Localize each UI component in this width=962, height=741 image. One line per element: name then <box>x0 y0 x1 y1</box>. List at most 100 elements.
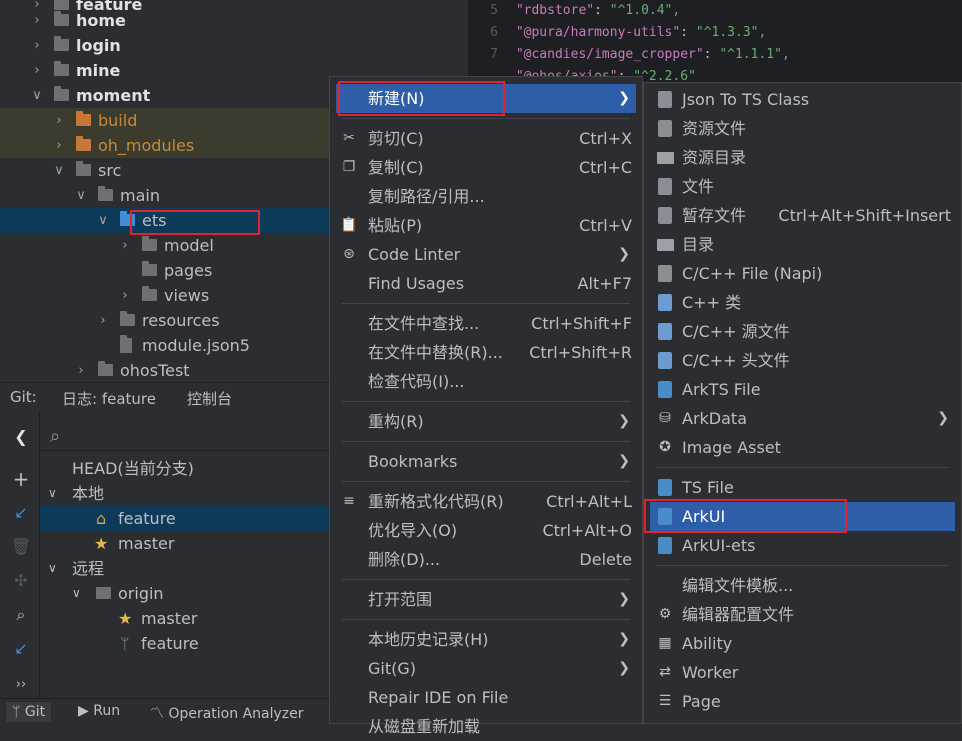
menu-item[interactable]: 检查代码(I)... <box>336 367 636 396</box>
chevron-icon[interactable]: › <box>30 33 44 58</box>
remote-group[interactable]: 远程 <box>72 556 104 581</box>
tree-item[interactable]: › oh_modules <box>0 133 330 158</box>
submenu-item[interactable]: 文件 <box>650 172 955 201</box>
menu-item[interactable]: Repair IDE on File <box>336 683 636 712</box>
menu-item[interactable]: ❐ 复制(C) Ctrl+C <box>336 153 636 182</box>
menu-item[interactable]: 在文件中查找... Ctrl+Shift+F <box>336 309 636 338</box>
tab-console[interactable]: 控制台 <box>187 388 232 409</box>
chevron-icon[interactable]: › <box>52 133 66 158</box>
menu-item[interactable]: 本地历史记录(H) ❯ <box>336 625 636 654</box>
submenu-item[interactable]: C++ 类 <box>650 288 955 317</box>
chevron-icon[interactable]: › <box>118 233 132 258</box>
local-group[interactable]: 本地 <box>72 481 104 506</box>
tree-item[interactable]: › resources <box>0 308 330 333</box>
submenu-item[interactable]: TS File <box>650 473 955 502</box>
tree-item[interactable]: › ohosTest <box>0 358 330 382</box>
menu-item[interactable]: 在文件中替换(R)... Ctrl+Shift+R <box>336 338 636 367</box>
menu-item-label: 编辑器配置文件 <box>682 605 795 624</box>
menu-item[interactable]: Bookmarks ❯ <box>336 447 636 476</box>
tree-item[interactable]: pages <box>0 258 330 283</box>
chevron-icon[interactable]: ∨ <box>74 183 88 208</box>
code-line: 6 "@pura/harmony-utils": "^1.3.3", <box>468 22 766 44</box>
fetch-icon[interactable]: ↙ <box>10 638 32 660</box>
menu-item[interactable]: ⊛ Code Linter ❯ <box>336 240 636 269</box>
menu-item[interactable]: ✂ 剪切(C) Ctrl+X <box>336 124 636 153</box>
chevron-icon[interactable]: › <box>52 108 66 133</box>
submenu-item[interactable]: Json To TS Class <box>650 85 955 114</box>
chevron-down-icon[interactable]: ∨ <box>48 556 57 581</box>
tree-item[interactable]: ∨ src <box>0 158 330 183</box>
submenu-item[interactable]: 暂存文件 Ctrl+Alt+Shift+Insert <box>650 201 955 230</box>
menu-item[interactable]: 📋 粘贴(P) Ctrl+V <box>336 211 636 240</box>
submenu-item[interactable]: ArkTS File <box>650 375 955 404</box>
menu-item[interactable]: 优化导入(O) Ctrl+Alt+O <box>336 516 636 545</box>
menu-item[interactable]: 复制路径/引用... <box>336 182 636 211</box>
tree-item[interactable]: › views <box>0 283 330 308</box>
chevron-icon[interactable]: ∨ <box>30 83 44 108</box>
chevron-down-icon[interactable]: ∨ <box>72 581 81 606</box>
tree-item[interactable]: › mine <box>0 58 330 83</box>
more-icon[interactable]: ›› <box>10 674 32 696</box>
tab-log[interactable]: 日志: feature <box>62 388 156 414</box>
chevron-icon[interactable]: › <box>30 58 44 83</box>
back-icon[interactable]: ❮ <box>10 426 32 448</box>
submenu-item[interactable]: ArkUI-ets <box>650 531 955 560</box>
checkout-icon[interactable]: ↙ <box>10 502 32 524</box>
tree-item[interactable]: › login <box>0 33 330 58</box>
chevron-icon[interactable]: ∨ <box>96 208 110 233</box>
search-icon[interactable]: ⌕ <box>50 424 60 449</box>
chevron-down-icon[interactable]: ∨ <box>48 481 57 506</box>
tree-item[interactable]: › model <box>0 233 330 258</box>
menu-item[interactable]: 从磁盘重新加载 <box>336 712 636 741</box>
tag-icon: ⌂ <box>96 509 107 528</box>
menu-item[interactable]: Find Usages Alt+F7 <box>336 269 636 298</box>
chevron-icon[interactable]: › <box>74 358 88 382</box>
submenu-item[interactable]: ⚙ 编辑器配置文件 <box>650 600 955 629</box>
submenu-item[interactable]: 资源文件 <box>650 114 955 143</box>
branch-row-selected[interactable] <box>40 506 330 531</box>
tree-item[interactable]: › build <box>0 108 330 133</box>
menu-item-label: 复制路径/引用... <box>368 187 485 206</box>
branch-local-master[interactable]: master <box>118 531 174 556</box>
head-item[interactable]: HEAD(当前分支) <box>72 456 194 481</box>
menu-item[interactable]: ≡ 重新格式化代码(R) Ctrl+Alt+L <box>336 487 636 516</box>
submenu-item[interactable]: ▦ Ability <box>650 629 955 658</box>
submenu-item[interactable]: ⛁ ArkData ❯ <box>650 404 955 433</box>
submenu-item[interactable]: ✪ Image Asset <box>650 433 955 462</box>
chevron-icon[interactable]: › <box>96 308 110 333</box>
submenu-item[interactable]: 资源目录 <box>650 143 955 172</box>
delete-icon[interactable]: 🗑 <box>10 536 32 558</box>
menu-item[interactable]: 重构(R) ❯ <box>336 407 636 436</box>
branch-origin-feature[interactable]: feature <box>141 631 199 656</box>
submenu-item[interactable]: ⇄ Worker <box>650 658 955 687</box>
tool-analyzer-button[interactable]: 〽 Operation Analyzer <box>150 703 304 723</box>
tree-item[interactable]: › home <box>0 8 330 33</box>
chevron-icon[interactable]: ∨ <box>52 158 66 183</box>
merge-icon[interactable]: ✣ <box>10 570 32 592</box>
submenu-item[interactable]: C/C++ 源文件 <box>650 317 955 346</box>
menu-item[interactable]: Git(G) ❯ <box>336 654 636 683</box>
menu-item-label: 粘贴(P) <box>368 216 423 235</box>
submenu-item[interactable]: 编辑文件模板... <box>650 571 955 600</box>
submenu-item[interactable]: 目录 <box>650 230 955 259</box>
menu-item-label: ArkData <box>682 409 747 428</box>
tree-item[interactable]: module.json5 <box>0 333 330 358</box>
tool-git-button[interactable]: ᛘ Git <box>6 702 52 722</box>
code-editor[interactable]: 5 "rdbstore": "^1.0.4", 6 "@pura/harmony-… <box>468 0 962 86</box>
chevron-icon[interactable]: › <box>118 283 132 308</box>
menu-item[interactable]: 删除(D)... Delete <box>336 545 636 574</box>
branch-origin-master[interactable]: master <box>141 606 197 631</box>
tool-run-button[interactable]: ▶ Run <box>78 703 120 719</box>
chevron-icon[interactable]: › <box>30 8 44 33</box>
branch-local-feature[interactable]: feature <box>118 506 176 531</box>
submenu-item[interactable]: C/C++ File (Napi) <box>650 259 955 288</box>
submenu-item[interactable]: ☰ Page <box>650 687 955 716</box>
search-icon[interactable]: ⌕ <box>10 604 32 626</box>
tree-item[interactable]: ∨ moment <box>0 83 330 108</box>
add-icon[interactable]: + <box>10 468 32 490</box>
submenu-item[interactable]: C/C++ 头文件 <box>650 346 955 375</box>
tree-item[interactable]: ∨ main <box>0 183 330 208</box>
project-tree: › feature › home › login › mine ∨ moment › build › oh… <box>0 0 330 382</box>
remote-origin[interactable]: origin <box>118 581 164 606</box>
menu-item[interactable]: 打开范围 ❯ <box>336 585 636 614</box>
